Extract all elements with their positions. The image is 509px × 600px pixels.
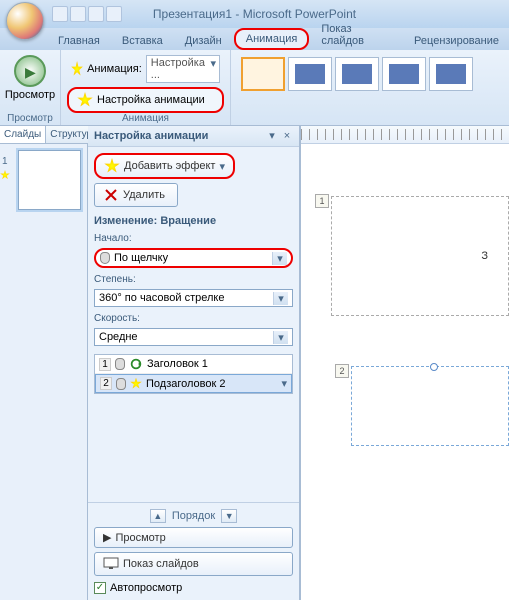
move-down-button[interactable]: ▼: [221, 509, 237, 523]
start-combo[interactable]: По щелчку: [94, 248, 293, 268]
autopreview-checkbox[interactable]: ✓ Автопросмотр: [94, 582, 293, 594]
slideshow-button[interactable]: Показ слайдов: [94, 552, 293, 576]
custom-animation-button[interactable]: Настройка анимации: [67, 87, 224, 113]
office-button[interactable]: [6, 2, 44, 40]
speed-label: Скорость:: [94, 313, 293, 324]
animation-row: Анимация: Настройка ...: [67, 53, 224, 85]
star-icon: [71, 61, 83, 77]
remove-button[interactable]: Удалить: [94, 183, 178, 207]
anim-tag[interactable]: 1: [315, 194, 329, 208]
slides-panel: Слайды Структура 1: [0, 126, 88, 600]
play-icon: ▶: [103, 531, 111, 544]
tab-review[interactable]: Рецензирование: [404, 32, 509, 50]
move-up-button[interactable]: ▲: [150, 509, 166, 523]
qat-undo-icon[interactable]: [70, 6, 86, 22]
play-icon: [14, 55, 46, 87]
slide-number: 1: [2, 156, 8, 167]
autopreview-label: Автопросмотр: [110, 582, 182, 594]
mouse-icon: [100, 252, 110, 264]
effect-order: 2: [100, 377, 112, 390]
workspace: Слайды Структура 1 Настройка анимации ▾ …: [0, 126, 509, 600]
transition-none[interactable]: [241, 57, 285, 91]
remove-label: Удалить: [123, 189, 165, 201]
spin-icon: [129, 357, 143, 371]
title-text: З: [481, 250, 488, 262]
add-effect-label: Добавить эффект: [124, 160, 215, 172]
ribbon-tabs: Главная Вставка Дизайн Анимация Показ сл…: [0, 28, 509, 50]
taskpane-header: Настройка анимации ▾ ×: [88, 126, 299, 147]
mouse-icon: [116, 378, 126, 390]
transition-thumb[interactable]: [382, 57, 426, 91]
title-placeholder[interactable]: З: [331, 196, 509, 316]
play-label: Просмотр: [115, 532, 165, 544]
tab-slides[interactable]: Слайды: [0, 126, 46, 143]
anim-tag[interactable]: 2: [335, 364, 349, 378]
tab-design[interactable]: Дизайн: [175, 32, 232, 50]
transition-thumb[interactable]: [429, 57, 473, 91]
qat-dropdown-icon[interactable]: [106, 6, 122, 22]
custom-anim-label: Настройка анимации: [97, 94, 205, 106]
ribbon-group-preview: Просмотр Просмотр: [0, 50, 61, 125]
delete-icon: [103, 187, 119, 203]
star-icon: [130, 378, 142, 390]
checkbox-icon: ✓: [94, 582, 106, 594]
play-button[interactable]: ▶ Просмотр: [94, 527, 293, 548]
mouse-icon: [115, 358, 125, 370]
window-title: Презентация1 - Microsoft PowerPoint: [153, 7, 356, 21]
qat-redo-icon[interactable]: [88, 6, 104, 22]
effect-name: Заголовок 1: [147, 358, 208, 370]
taskpane-footer: ▲ Порядок ▼ ▶ Просмотр Показ слайдов ✓ А…: [88, 502, 299, 600]
preview-button[interactable]: Просмотр: [6, 53, 54, 103]
transition-thumb[interactable]: [335, 57, 379, 91]
group-label-animation: Анимация: [61, 113, 230, 124]
slides-panel-tabs: Слайды Структура: [0, 126, 87, 144]
taskpane-title: Настройка анимации: [94, 130, 263, 142]
horizontal-ruler: [301, 126, 509, 144]
speed-combo[interactable]: Средне: [94, 328, 293, 346]
start-label: Начало:: [94, 233, 293, 244]
ribbon-group-animation: Анимация: Настройка ... Настройка анимац…: [61, 50, 231, 125]
tab-home[interactable]: Главная: [48, 32, 110, 50]
star-icon: [77, 92, 93, 108]
quick-access-toolbar: [52, 6, 122, 22]
taskpane-body: Добавить эффект Удалить Изменение: Враще…: [88, 147, 299, 502]
reorder-controls: ▲ Порядок ▼: [94, 509, 293, 523]
effect-name: Подзаголовок 2: [146, 378, 277, 390]
ribbon-group-transitions: [231, 50, 509, 125]
slide-editor: 1 З 2: [300, 126, 509, 600]
title-bar: Презентация1 - Microsoft PowerPoint: [0, 0, 509, 28]
custom-animation-taskpane: Настройка анимации ▾ × Добавить эффект У…: [88, 126, 300, 600]
slide-canvas[interactable]: 1 З 2: [321, 166, 509, 600]
effect-row[interactable]: 2 Подзаголовок 2 ▾: [95, 374, 292, 393]
preview-label: Просмотр: [5, 89, 55, 101]
add-effect-button[interactable]: Добавить эффект: [94, 153, 235, 179]
star-icon: [104, 158, 120, 174]
qat-save-icon[interactable]: [52, 6, 68, 22]
effect-order: 1: [99, 358, 111, 371]
slide-thumbnail[interactable]: [18, 150, 81, 210]
transition-thumb[interactable]: [288, 57, 332, 91]
tab-insert[interactable]: Вставка: [112, 32, 173, 50]
animation-indicator-icon: [0, 170, 10, 180]
taskpane-close-icon[interactable]: ×: [281, 130, 293, 142]
ribbon: Просмотр Просмотр Анимация: Настройка ..…: [0, 50, 509, 126]
taskpane-menu-icon[interactable]: ▾: [266, 130, 278, 142]
tab-slideshow[interactable]: Показ слайдов: [311, 20, 402, 50]
degree-label: Степень:: [94, 274, 293, 285]
effect-list: 1 Заголовок 1 2 Подзаголовок 2 ▾: [94, 354, 293, 394]
animation-select[interactable]: Настройка ...: [146, 55, 220, 83]
animation-label: Анимация:: [87, 63, 142, 75]
degree-combo[interactable]: 360° по часовой стрелке: [94, 289, 293, 307]
transition-gallery[interactable]: [237, 53, 503, 95]
slideshow-label: Показ слайдов: [123, 558, 199, 570]
chevron-down-icon[interactable]: ▾: [281, 377, 287, 390]
effect-row[interactable]: 1 Заголовок 1: [95, 355, 292, 374]
tab-animation[interactable]: Анимация: [234, 28, 310, 50]
reorder-label: Порядок: [172, 510, 215, 522]
screen-icon: [103, 556, 119, 572]
subtitle-placeholder[interactable]: [351, 366, 509, 446]
group-label-preview: Просмотр: [0, 113, 60, 124]
change-section-label: Изменение: Вращение: [94, 215, 293, 227]
